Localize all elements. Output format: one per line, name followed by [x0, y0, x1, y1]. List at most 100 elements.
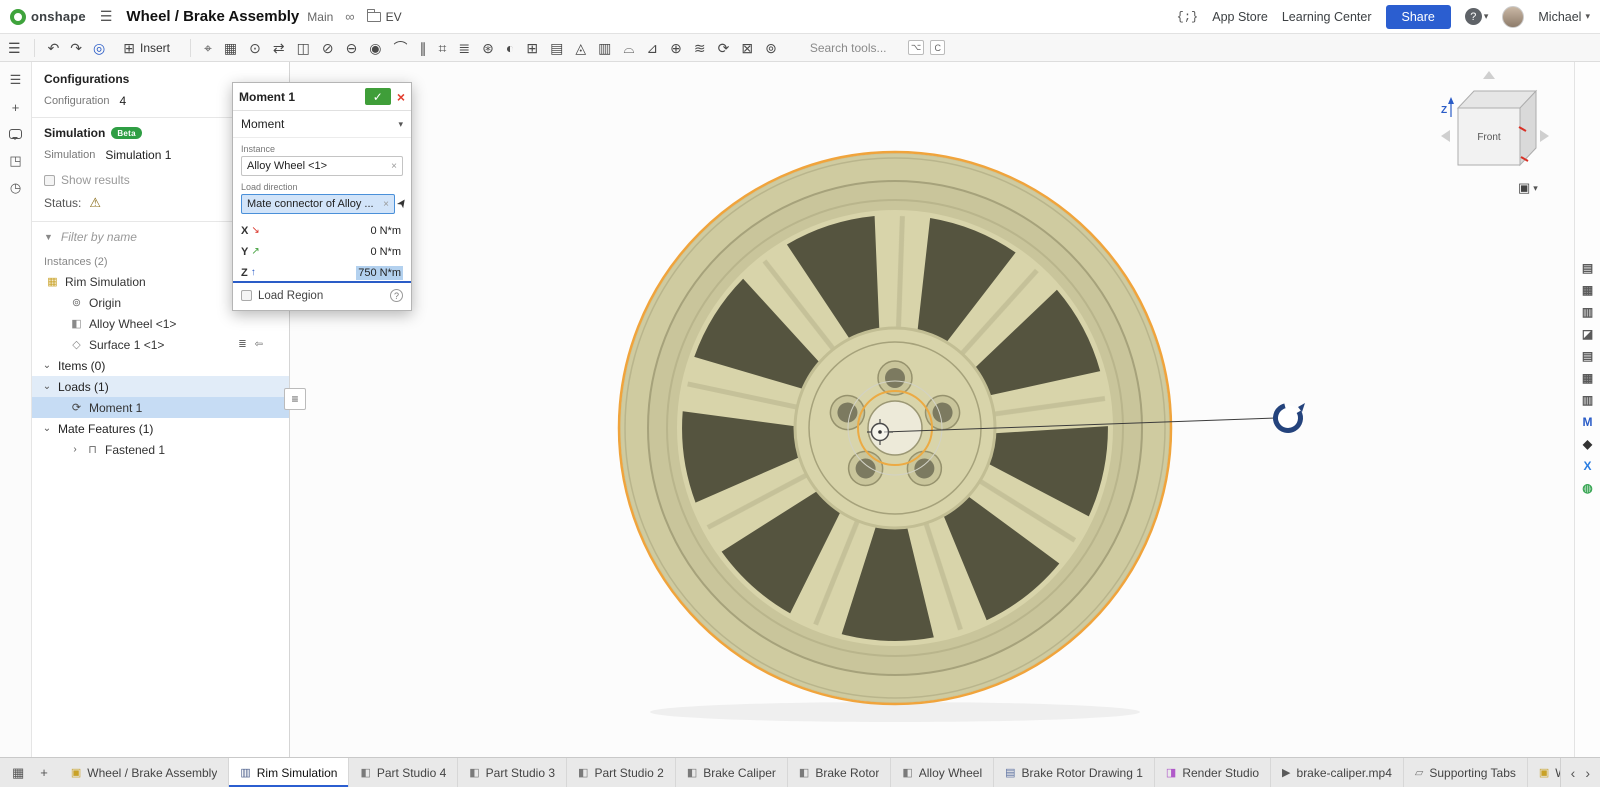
insert-button[interactable]: ⊞ Insert [116, 38, 177, 58]
mate-features-section-header[interactable]: ⌄ Mate Features (1) [32, 418, 289, 439]
comments-icon[interactable] [9, 126, 22, 142]
tree-item-alloy-wheel[interactable]: ◧ Alloy Wheel <1> [32, 313, 289, 334]
cancel-button[interactable]: × [397, 90, 405, 104]
view-cube[interactable]: Front Z [1435, 65, 1555, 175]
toolbar-tool-icon[interactable]: ⌖ [204, 41, 212, 55]
toolbar-tool-icon[interactable]: ⊖ [346, 41, 358, 55]
load-direction-selection[interactable]: Mate connector of Alloy ... × [241, 194, 395, 214]
feature-list-flyout-button[interactable]: ≡ [284, 388, 306, 410]
undo-icon[interactable]: ↶ [48, 41, 60, 55]
graphics-viewport[interactable]: Front Z ▣ ▾ [290, 62, 1574, 757]
remove-selection-icon[interactable]: × [379, 199, 389, 210]
right-panel-icon[interactable]: M [1583, 416, 1593, 428]
toolbar-tool-icon[interactable]: ◐ [506, 41, 514, 55]
toolbar-tool-icon[interactable]: ⌗ [439, 41, 447, 55]
document-tab[interactable]: ▥ Rim Simulation [229, 758, 349, 787]
filter-input[interactable] [61, 230, 231, 244]
toolbar-tool-icon[interactable]: ⊿ [646, 41, 658, 55]
toolbar-tool-icon[interactable]: ▤ [550, 41, 563, 55]
toolbar-tool-icon[interactable]: ⊘ [322, 41, 334, 55]
simulation-name[interactable]: Simulation 1 [105, 148, 171, 162]
view-options-menu[interactable]: ▣ ▾ [1518, 180, 1538, 196]
loads-section-header[interactable]: ⌄ Loads (1) [32, 376, 289, 397]
tree-item-moment-1[interactable]: ⟳ Moment 1 [32, 397, 289, 418]
workspace-branch[interactable]: Main [307, 10, 333, 24]
suppress-icon[interactable]: ≣ [238, 339, 246, 350]
wheel-3d-view[interactable] [290, 62, 1574, 757]
toolbar-tool-icon[interactable]: ◬ [575, 41, 586, 55]
create-tab-button[interactable]: + [34, 765, 54, 780]
rotation-manipulator[interactable] [1271, 401, 1305, 435]
document-tab[interactable]: ◧ Part Studio 2 [567, 758, 676, 787]
moment-z-row[interactable]: Z ↑ 750 N*m [233, 262, 411, 283]
tree-item-surface[interactable]: ◇ Surface 1 <1> ≣ ⇦ [32, 334, 289, 355]
folder-breadcrumb[interactable]: EV [367, 10, 402, 24]
tab-manager-icon[interactable]: ▦ [6, 765, 30, 781]
panel-toggle-icon[interactable]: ☰ [8, 41, 21, 55]
document-tab[interactable]: ◨ Render Studio [1155, 758, 1271, 787]
tabs-prev-button[interactable]: ‹ [1571, 765, 1576, 781]
hide-icon[interactable]: ⇦ [255, 339, 263, 350]
document-tab[interactable]: ◧ Brake Caliper [676, 758, 788, 787]
configuration-value[interactable]: 4 [119, 94, 126, 108]
toolbar-tool-icon[interactable]: ≣ [458, 41, 470, 55]
toolbar-tool-icon[interactable]: ≋ [694, 41, 706, 55]
mate-connector-picker-icon[interactable]: ➤ [393, 195, 410, 211]
search-tools-input[interactable] [810, 41, 902, 55]
confirm-button[interactable]: ✓ [365, 88, 391, 105]
instance-selection[interactable]: Alloy Wheel <1> × [241, 156, 403, 176]
show-results-checkbox[interactable] [44, 175, 55, 186]
remove-selection-icon[interactable]: × [387, 161, 397, 172]
right-panel-icon[interactable]: ◆ [1583, 438, 1592, 450]
dev-api-icon[interactable]: {;} [1177, 10, 1199, 24]
load-region-checkbox[interactable] [241, 290, 252, 301]
redo-icon[interactable]: ↷ [70, 41, 82, 55]
app-store-link[interactable]: App Store [1212, 10, 1268, 24]
document-panel-icon[interactable]: ☰ [10, 72, 22, 88]
toolbar-tool-icon[interactable]: ⊠ [741, 41, 753, 55]
toolbar-tool-icon[interactable]: ⊛ [482, 41, 494, 55]
toolbar-tool-icon[interactable]: ∥ [420, 41, 427, 55]
toolbar-tool-icon[interactable]: ⌒ [394, 41, 408, 55]
tabs-next-button[interactable]: › [1585, 765, 1590, 781]
document-tab[interactable]: ◧ Part Studio 4 [349, 758, 458, 787]
parts-list-icon[interactable]: ◳ [9, 153, 21, 169]
toolbar-tool-icon[interactable]: ⊙ [249, 41, 261, 55]
insert-tool-icon[interactable]: + [12, 99, 20, 115]
share-button[interactable]: Share [1386, 5, 1451, 29]
right-panel-icon[interactable]: X [1583, 460, 1591, 472]
toolbar-tool-icon[interactable]: ⊚ [765, 41, 777, 55]
toolbar-tool-icon[interactable]: ⟳ [718, 41, 730, 55]
share-link-icon[interactable]: ∞ [345, 9, 354, 24]
right-panel-icon[interactable]: ◪ [1582, 328, 1593, 340]
toolbar-tool-icon[interactable]: ⊕ [670, 41, 682, 55]
toolbar-tool-icon[interactable]: ⇄ [273, 41, 285, 55]
right-panel-icon[interactable]: ▥ [1582, 306, 1593, 318]
items-section-header[interactable]: ⌄ Items (0) [32, 355, 289, 376]
document-tab[interactable]: ▣ Wheel / Br [1528, 758, 1560, 787]
moment-x-value[interactable]: 0 N*m [368, 224, 403, 238]
onshape-logo[interactable]: onshape [10, 9, 86, 25]
moment-y-row[interactable]: Y ↗ 0 N*m [233, 241, 411, 262]
toolbar-tool-icon[interactable]: ◉ [369, 41, 381, 55]
right-panel-icon[interactable]: ▦ [1582, 284, 1593, 296]
user-menu[interactable]: Michael ▾ [1538, 10, 1590, 24]
toolbar-tool-icon[interactable]: ⊞ [526, 41, 538, 55]
document-tab[interactable]: ▱ Supporting Tabs [1404, 758, 1528, 787]
warning-icon[interactable]: ⚠ [89, 195, 101, 211]
moment-z-value[interactable]: 750 N*m [356, 266, 403, 280]
history-icon[interactable]: ◷ [10, 180, 21, 196]
help-menu[interactable]: ? ▾ [1465, 8, 1489, 25]
document-tab[interactable]: ▣ Wheel / Brake Assembly [60, 758, 229, 787]
moment-y-value[interactable]: 0 N*m [368, 245, 403, 259]
right-panel-icon[interactable]: ▦ [1582, 372, 1593, 384]
document-tab[interactable]: ◧ Alloy Wheel [891, 758, 994, 787]
right-panel-icon[interactable]: ▤ [1582, 350, 1593, 362]
help-icon[interactable]: ? [390, 289, 403, 302]
load-type-dropdown[interactable]: Moment ▾ [233, 111, 411, 138]
right-panel-icon[interactable]: ▤ [1582, 262, 1593, 274]
document-tab[interactable]: ▶ brake-caliper.mp4 [1271, 758, 1404, 787]
toolbar-tool-icon[interactable]: ▥ [598, 41, 611, 55]
right-panel-icon[interactable]: ◍ [1582, 482, 1592, 494]
document-tab[interactable]: ◧ Part Studio 3 [458, 758, 567, 787]
